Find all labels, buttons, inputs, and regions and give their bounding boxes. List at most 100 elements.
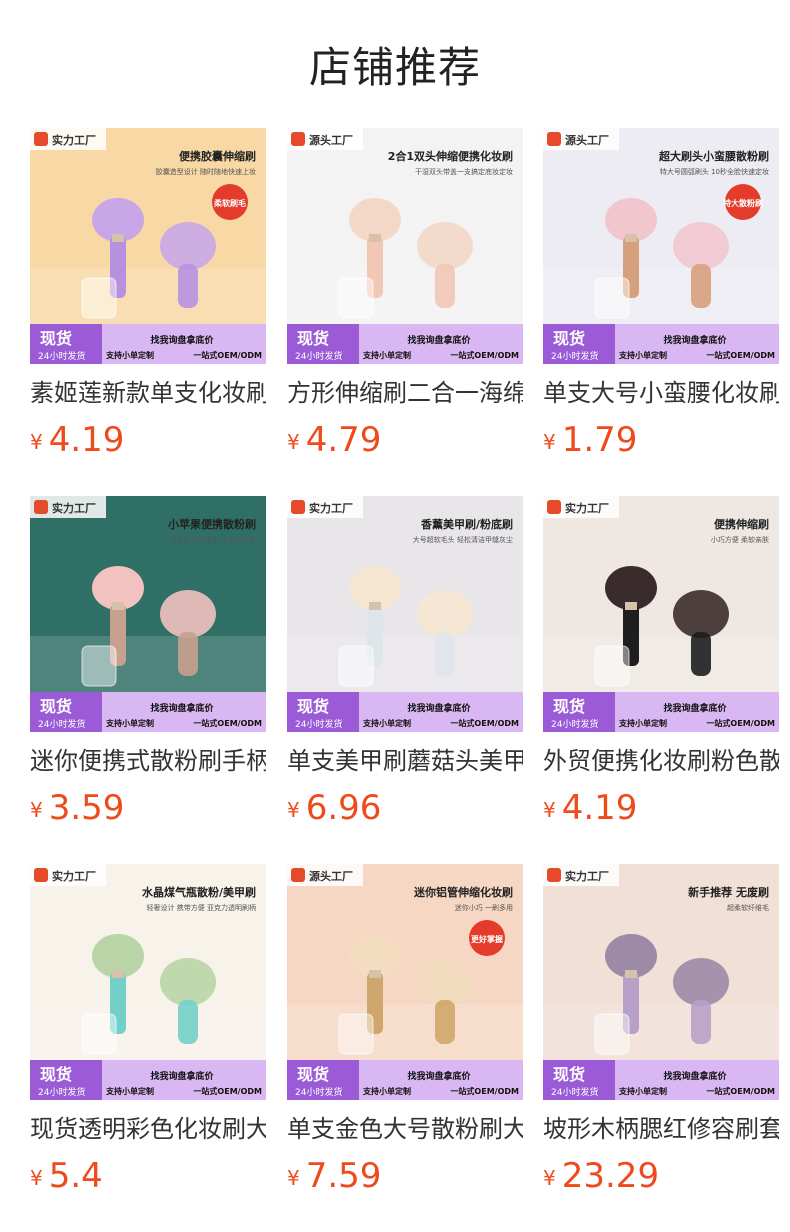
product-image[interactable]: 实力工厂 便携胶囊伸缩刷 胶囊造型设计 随时随地快速上妆 柔软刷毛 现货 24小时发货 找我…: [30, 128, 266, 364]
product-image[interactable]: 源头工厂 迷你铝管伸缩化妆刷 迷你小巧 一刷多用 更好掌握 现货 24小时发货 找我询盘拿底…: [287, 864, 523, 1100]
currency-symbol: ¥: [30, 1166, 43, 1190]
product-image[interactable]: 实力工厂水晶煤气瓶散粉/美甲刷轻奢设计 携带方便 亚克力透明刷柄现货 24小时发货…: [30, 864, 266, 1100]
image-subline: 大号超软毛头 轻松清洁甲缝灰尘: [413, 535, 513, 544]
product-card[interactable]: 实力工厂水晶煤气瓶散粉/美甲刷轻奢设计 携带方便 亚克力透明刷柄现货 24小时发货…: [30, 864, 266, 1198]
factory-badge: 源头工厂: [287, 128, 363, 150]
product-photo: 实力工厂水晶煤气瓶散粉/美甲刷轻奢设计 携带方便 亚克力透明刷柄现货 24小时发货…: [30, 864, 266, 1100]
stock-tag: 现货: [40, 1065, 72, 1084]
factory-badge: 源头工厂: [543, 128, 619, 150]
promo-banner: 现货 24小时发货 找我询盘拿底价支持小单定制 一站式OEM/ODM: [287, 1060, 523, 1100]
product-title[interactable]: 坡形木柄腮红修容刷套: [543, 1110, 779, 1148]
image-subline: 轻奢设计 携带方便 亚克力透明刷柄: [147, 903, 256, 912]
svg-text:一站式OEM/ODM: 一站式OEM/ODM: [706, 1086, 775, 1096]
image-headline: 便携伸缩刷: [714, 517, 769, 531]
product-title[interactable]: 单支大号小蛮腰化妆刷: [543, 374, 779, 412]
svg-text:支持小单定制: 支持小单定制: [362, 1086, 411, 1096]
product-image[interactable]: 实力工厂 小苹果便携散粉刷 轻松贴合苹果肌 上妆无死角 现货 24小时发货 找我询盘拿底价…: [30, 496, 266, 732]
svg-text:柔软刷毛: 柔软刷毛: [213, 198, 246, 208]
svg-text:找我询盘拿底价: 找我询盘拿底价: [407, 1070, 471, 1082]
currency-symbol: ¥: [30, 798, 43, 822]
image-subline: 特大号圆弧刷头 10秒全脸快速定妆: [660, 167, 769, 176]
factory-badge: 实力工厂: [543, 496, 619, 518]
product-price: ¥5.4: [30, 1154, 266, 1198]
product-card[interactable]: 实力工厂 小苹果便携散粉刷 轻松贴合苹果肌 上妆无死角 现货 24小时发货 找我询盘拿底价…: [30, 496, 266, 830]
promo-banner: 现货 24小时发货 找我询盘拿底价支持小单定制 一站式OEM/ODM: [287, 324, 523, 364]
product-title[interactable]: 单支金色大号散粉刷大: [287, 1110, 523, 1148]
product-image[interactable]: 源头工厂 2合1双头伸缩便携化妆刷 干湿双头带盖一支搞定底妆定妆 现货 24小时发货 找我…: [287, 128, 523, 364]
product-photo: 实力工厂小苹果便携散粉刷轻松贴合苹果肌 上妆无死角现货 24小时发货 找我询盘拿底价…: [30, 496, 266, 732]
svg-text:找我询盘拿底价: 找我询盘拿底价: [663, 1070, 727, 1082]
svg-text:更好掌握: 更好掌握: [471, 934, 503, 944]
product-card[interactable]: 源头工厂 2合1双头伸缩便携化妆刷 干湿双头带盖一支搞定底妆定妆 现货 24小时发货 找我…: [287, 128, 523, 462]
product-card[interactable]: 实力工厂 便携胶囊伸缩刷 胶囊造型设计 随时随地快速上妆 柔软刷毛 现货 24小时发货 找我…: [30, 128, 266, 462]
stock-tag: 现货: [553, 697, 585, 716]
svg-text:找我询盘拿底价: 找我询盘拿底价: [150, 1070, 214, 1082]
image-headline: 香薰美甲刷/粉底刷: [420, 517, 513, 531]
product-image[interactable]: 实力工厂 香薰美甲刷/粉底刷 大号超软毛头 轻松清洁甲缝灰尘 现货 24小时发货 找我询盘…: [287, 496, 523, 732]
stock-tag: 现货: [553, 1065, 585, 1084]
svg-text:支持小单定制: 支持小单定制: [105, 718, 154, 728]
svg-text:支持小单定制: 支持小单定制: [618, 1086, 667, 1096]
shipping-tag: 24小时发货: [295, 718, 342, 730]
currency-symbol: ¥: [543, 1166, 556, 1190]
svg-text:找我询盘拿底价: 找我询盘拿底价: [407, 702, 471, 714]
product-title[interactable]: 外贸便携化妆刷粉色散: [543, 742, 779, 780]
svg-text:一站式OEM/ODM: 一站式OEM/ODM: [193, 1086, 262, 1096]
product-title[interactable]: 方形伸缩刷二合一海绵: [287, 374, 523, 412]
product-price: ¥4.19: [30, 418, 266, 462]
shipping-tag: 24小时发货: [551, 1086, 598, 1098]
product-card[interactable]: 实力工厂 便携伸缩刷 小巧方便 柔软亲肤 现货 24小时发货 找我询盘拿底价 支持小单定制 一…: [543, 496, 779, 830]
product-card[interactable]: 源头工厂 迷你铝管伸缩化妆刷 迷你小巧 一刷多用 更好掌握 现货 24小时发货 找我询盘拿底…: [287, 864, 523, 1198]
product-title[interactable]: 素姬莲新款单支化妆刷: [30, 374, 266, 412]
product-card[interactable]: 源头工厂 超大刷头小蛮腰散粉刷 特大号圆弧刷头 10秒全脸快速定妆 特大散粉刷 现货 24…: [543, 128, 779, 462]
svg-text:找我询盘拿底价: 找我询盘拿底价: [150, 702, 214, 714]
currency-symbol: ¥: [30, 430, 43, 454]
product-card[interactable]: 实力工厂 新手推荐 无废刷 超柔软纤维毛 现货 24小时发货 找我询盘拿底价 支持小单定制 一…: [543, 864, 779, 1198]
svg-text:支持小单定制: 支持小单定制: [105, 350, 154, 360]
image-headline: 水晶煤气瓶散粉/美甲刷: [142, 885, 256, 899]
currency-symbol: ¥: [287, 430, 300, 454]
price-value: 4.19: [561, 788, 638, 828]
image-subline: 轻松贴合苹果肌 上妆无死角: [170, 535, 256, 544]
factory-badge-text: 实力工厂: [52, 133, 96, 147]
image-headline: 超大刷头小蛮腰散粉刷: [658, 149, 769, 163]
image-headline: 迷你铝管伸缩化妆刷: [413, 885, 513, 899]
product-image[interactable]: 源头工厂 超大刷头小蛮腰散粉刷 特大号圆弧刷头 10秒全脸快速定妆 特大散粉刷 现货 24…: [543, 128, 779, 364]
image-subline: 迷你小巧 一刷多用: [455, 903, 513, 912]
factory-badge-text: 实力工厂: [52, 869, 96, 883]
stock-tag: 现货: [297, 1065, 329, 1084]
svg-text:一站式OEM/ODM: 一站式OEM/ODM: [706, 718, 775, 728]
product-image[interactable]: 实力工厂 便携伸缩刷 小巧方便 柔软亲肤 现货 24小时发货 找我询盘拿底价 支持小单定制 一…: [543, 496, 779, 732]
svg-text:一站式OEM/ODM: 一站式OEM/ODM: [193, 350, 262, 360]
product-photo: 源头工厂迷你铝管伸缩化妆刷迷你小巧 一刷多用更好掌握现货 24小时发货 找我询盘拿底…: [287, 864, 523, 1100]
promo-banner: 现货 24小时发货 找我询盘拿底价支持小单定制 一站式OEM/ODM: [30, 324, 266, 364]
factory-badge: 实力工厂: [543, 864, 619, 886]
factory-badge-text: 实力工厂: [565, 869, 609, 883]
stock-tag: 现货: [40, 697, 72, 716]
product-price: ¥7.59: [287, 1154, 523, 1198]
svg-text:支持小单定制: 支持小单定制: [362, 350, 411, 360]
product-title[interactable]: 单支美甲刷蘑菇头美甲: [287, 742, 523, 780]
shipping-tag: 24小时发货: [551, 350, 598, 362]
svg-text:一站式OEM/ODM: 一站式OEM/ODM: [450, 718, 519, 728]
product-image[interactable]: 实力工厂 新手推荐 无废刷 超柔软纤维毛 现货 24小时发货 找我询盘拿底价 支持小单定制 一…: [543, 864, 779, 1100]
svg-text:一站式OEM/ODM: 一站式OEM/ODM: [450, 1086, 519, 1096]
product-card[interactable]: 实力工厂 香薰美甲刷/粉底刷 大号超软毛头 轻松清洁甲缝灰尘 现货 24小时发货 找我询盘…: [287, 496, 523, 830]
image-headline: 2合1双头伸缩便携化妆刷: [388, 149, 513, 163]
product-photo: 实力工厂便携伸缩刷小巧方便 柔软亲肤现货 24小时发货 找我询盘拿底价支持小单定制 一…: [543, 496, 779, 732]
svg-text:一站式OEM/ODM: 一站式OEM/ODM: [450, 350, 519, 360]
svg-text:找我询盘拿底价: 找我询盘拿底价: [407, 334, 471, 346]
price-value: 3.59: [48, 788, 125, 828]
product-photo: 源头工厂超大刷头小蛮腰散粉刷特大号圆弧刷头 10秒全脸快速定妆特大散粉刷现货 24…: [543, 128, 779, 364]
currency-symbol: ¥: [543, 430, 556, 454]
promo-banner: 现货 24小时发货 找我询盘拿底价支持小单定制 一站式OEM/ODM: [30, 1060, 266, 1100]
factory-badge: 实力工厂: [30, 864, 106, 886]
factory-badge-text: 源头工厂: [309, 869, 353, 883]
promo-sticker: 更好掌握: [469, 920, 505, 956]
stock-tag: 现货: [297, 329, 329, 348]
svg-text:支持小单定制: 支持小单定制: [362, 718, 411, 728]
product-title[interactable]: 现货透明彩色化妆刷大: [30, 1110, 266, 1148]
promo-banner: 现货 24小时发货 找我询盘拿底价支持小单定制 一站式OEM/ODM: [30, 692, 266, 732]
product-price: ¥6.96: [287, 786, 523, 830]
product-title[interactable]: 迷你便携式散粉刷手柄: [30, 742, 266, 780]
